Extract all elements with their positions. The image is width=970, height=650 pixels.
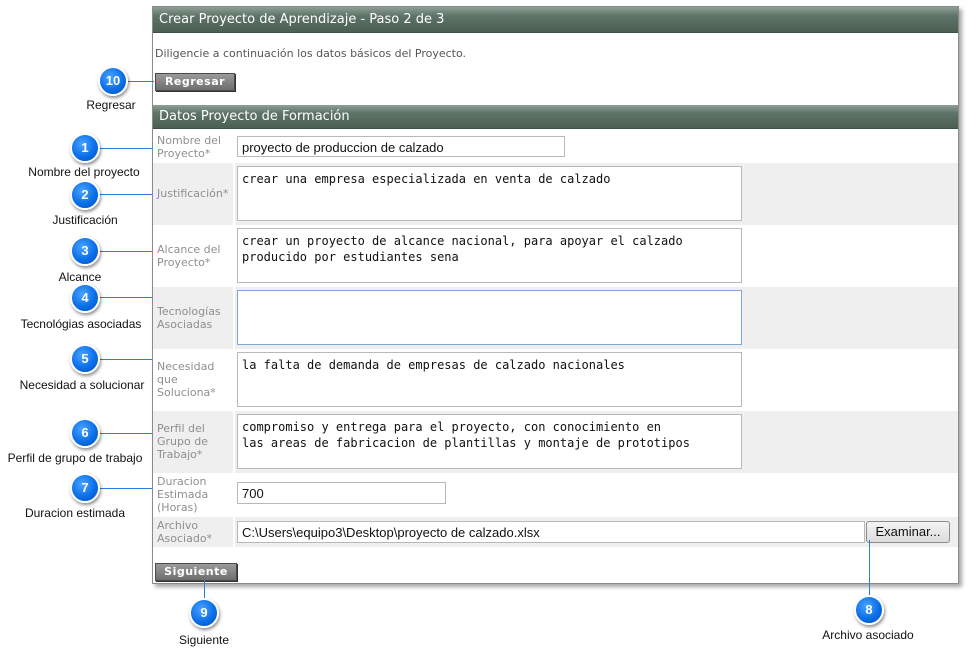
annotation-marker-10: 10 [98,66,128,96]
annotation-caption-10: Regresar [86,98,136,112]
connector-4 [100,297,152,298]
label-necesidad: Necesidad que Soluciona* [157,360,216,399]
page-title: Crear Proyecto de Aprendizaje - Paso 2 d… [153,7,958,33]
connector-6 [100,433,152,434]
annotation-marker-9: 9 [189,598,219,628]
label-archivo: Archivo Asociado* [157,519,213,545]
annotation-caption-8: Archivo asociado [822,628,914,642]
connector-2 [100,194,152,195]
annotation-caption-3: Alcance [58,270,102,284]
annotation-marker-1: 1 [70,133,100,163]
label-tecnologias: Tecnologías Asociadas [157,305,221,331]
browse-button[interactable]: Examinar... [866,521,950,543]
next-button[interactable]: Siguiente [155,563,237,581]
label-justificacion: Justificación* [157,187,229,200]
annotation-marker-4: 4 [70,283,100,313]
annotation-caption-7: Duracion estimada [24,506,126,520]
row-archivo: Archivo Asociado* C:\Users\equipo3\Deskt… [153,517,958,547]
row-alcance: Alcance del Proyecto* crear un proyecto … [153,225,958,287]
form-panel: Crear Proyecto de Aprendizaje - Paso 2 d… [152,6,959,584]
connector-3 [100,251,152,252]
row-duracion: Duracion Estimada (Horas) 700 [153,473,958,517]
annotation-caption-9: Siguiente [178,633,230,647]
annotation-marker-8: 8 [854,595,884,625]
annotation-caption-5: Necesidad a solucionar [19,378,145,392]
connector-8 [869,540,870,598]
back-button[interactable]: Regresar [155,73,235,91]
connector-5 [100,359,152,360]
alcance-textarea[interactable]: crear un proyecto de alcance nacional, p… [237,228,742,283]
nombre-input[interactable]: proyecto de produccion de calzado [237,136,565,157]
label-nombre: Nombre del Proyecto* [157,134,222,160]
annotation-marker-5: 5 [70,344,100,374]
annotation-marker-2: 2 [70,180,100,210]
connector-9 [204,580,205,598]
annotation-marker-3: 3 [70,236,100,266]
tecnologias-textarea[interactable] [237,290,742,345]
row-perfil: Perfil del Grupo de Trabajo* compromiso … [153,411,958,473]
annotation-marker-6: 6 [70,418,100,448]
archivo-input[interactable]: C:\Users\equipo3\Desktop\proyecto de cal… [237,521,865,543]
annotation-caption-4: Tecnológias asociadas [20,317,142,331]
label-perfil: Perfil del Grupo de Trabajo* [157,422,208,461]
perfil-textarea[interactable]: compromiso y entrega para el proyecto, c… [237,414,742,469]
label-alcance: Alcance del Proyecto* [157,243,221,269]
connector-7 [100,488,152,489]
section-title: Datos Proyecto de Formación [153,105,958,129]
intro-text: Diligencie a continuación los datos bási… [155,47,467,60]
annotation-caption-6: Perfil de grupo de trabajo [7,451,143,465]
label-duracion: Duracion Estimada (Horas) [157,475,209,514]
row-justificacion: Justificación* crear una empresa especia… [153,163,958,225]
duracion-input[interactable]: 700 [237,482,446,504]
connector-10 [128,81,154,82]
row-necesidad: Necesidad que Soluciona* la falta de dem… [153,349,958,411]
row-nombre: Nombre del Proyecto* proyecto de producc… [153,131,958,163]
necesidad-textarea[interactable]: la falta de demanda de empresas de calza… [237,352,742,407]
row-tecnologias: Tecnologías Asociadas [153,287,958,349]
annotation-caption-2: Justificación [52,213,118,227]
annotation-marker-7: 7 [70,473,100,503]
connector-1 [100,148,152,149]
annotation-caption-1: Nombre del proyecto [28,165,140,179]
justificacion-textarea[interactable]: crear una empresa especializada en venta… [237,166,742,221]
